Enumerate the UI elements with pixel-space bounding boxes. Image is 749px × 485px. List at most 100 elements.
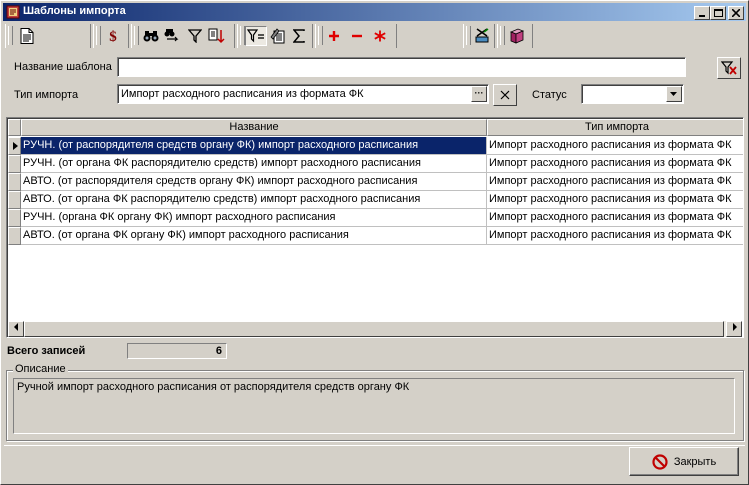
templates-table: Название Тип импорта РУЧН. (от распоряди… [6,117,744,338]
filter-icon [188,29,202,43]
clear-filter-icon [721,61,737,75]
total-records-label: Всего записей [7,345,86,357]
svg-text:$: $ [109,29,117,44]
template-name-input[interactable] [117,57,686,77]
table-row[interactable]: АВТО. (от органа ФК органу ФК) импорт ра… [8,227,743,245]
money-icon: $ [109,29,117,44]
description-text: Ручной импорт расходного расписания от р… [17,381,410,393]
new-document-icon [20,28,34,44]
maximize-button[interactable] [710,6,726,20]
edit-list-icon [270,28,285,44]
cell-name: РУЧН. (от органа ФК распорядителю средст… [21,155,487,173]
find-next-button[interactable] [162,26,184,46]
status-select[interactable] [581,84,684,104]
close-button[interactable]: Закрыть [629,447,739,476]
table-row[interactable]: РУЧН. (от распорядителя средств органу Ф… [8,137,743,155]
filter-button[interactable] [184,26,206,46]
filter-by-selection-button[interactable] [245,26,267,46]
import-templates-window: Шаблоны импорта $ Название шаблона Тип и… [0,0,749,485]
arrow-left-icon [13,323,18,331]
edit-list-button[interactable] [267,26,289,46]
description-field: Ручной импорт расходного расписания от р… [13,378,735,434]
toolbar-group-help [497,24,533,48]
sort-icon [208,28,225,44]
toolbar-group-file [5,24,91,48]
row-indicator-header [8,119,21,136]
remove-button[interactable] [346,26,368,46]
template-name-value [121,59,682,75]
import-type-input[interactable]: Импорт расходного расписания из формата … [117,84,489,104]
description-groupbox: Описание Ручной импорт расходного распис… [6,363,744,441]
maximize-icon [713,9,723,17]
table-row[interactable]: АВТО. (от распорядителя средств органу Ф… [8,173,743,191]
cell-import-type: Импорт расходного расписания из формата … [487,155,743,173]
table-row[interactable]: РУЧН. (от органа ФК распорядителю средст… [8,155,743,173]
import-type-label: Тип импорта [14,89,79,101]
app-icon [6,5,20,19]
new-document-button[interactable] [16,26,38,46]
minimize-icon [699,15,705,17]
sort-button[interactable] [206,26,228,46]
import-type-lookup-button[interactable]: ··· [471,86,487,102]
scroll-left-button[interactable] [8,321,24,337]
cell-import-type: Импорт расходного расписания из формата … [487,137,743,155]
column-header-name[interactable]: Название [21,119,487,136]
template-name-label: Название шаблона [14,61,112,73]
close-icon [732,9,740,17]
asterisk-button[interactable] [369,26,391,46]
status-dropdown-button[interactable] [666,86,682,102]
status-label: Статус [532,89,567,101]
cell-import-type: Импорт расходного расписания из формата … [487,191,743,209]
row-indicator [8,227,21,245]
cell-import-type: Импорт расходного расписания из формата … [487,227,743,245]
footer-divider [4,445,745,446]
toolbar: $ [3,23,746,49]
column-header-import-type[interactable]: Тип импорта [487,119,743,136]
current-row-arrow-icon [13,142,18,150]
export-icon [475,28,489,43]
chevron-down-icon [670,91,677,96]
book-icon [509,28,525,44]
clear-filter-button[interactable] [717,57,741,79]
title-bar[interactable]: Шаблоны импорта [3,3,746,21]
total-records-count: 6 [127,343,227,359]
export-button[interactable] [471,26,493,46]
toolbar-group-edit [315,24,397,48]
cell-name: РУЧН. (органа ФК органу ФК) импорт расхо… [21,209,487,227]
asterisk-icon [374,30,386,42]
book-button[interactable] [506,26,528,46]
filter-by-selection-icon [247,29,264,43]
import-type-value: Импорт расходного расписания из формата … [121,88,364,100]
scroll-right-button[interactable] [726,321,742,337]
horizontal-scrollbar[interactable] [8,321,742,337]
close-icon [500,90,510,100]
toolbar-group-export [463,24,495,48]
close-button-label: Закрыть [673,455,717,468]
toolbar-group-view [237,24,313,48]
add-button[interactable] [323,26,345,46]
window-title: Шаблоны импорта [23,5,126,17]
find-button[interactable] [140,26,162,46]
table-row[interactable]: АВТО. (от органа ФК распорядителю средст… [8,191,743,209]
minimize-button[interactable] [694,6,710,20]
cell-name: АВТО. (от органа ФК распорядителю средст… [21,191,487,209]
toolbar-group-money: $ [93,24,129,48]
row-indicator [8,209,21,227]
row-indicator [8,191,21,209]
table-row[interactable]: РУЧН. (органа ФК органу ФК) импорт расхо… [8,209,743,227]
clear-import-type-button[interactable] [493,84,517,106]
close-window-button[interactable] [728,6,744,20]
remove-icon [352,34,362,38]
sum-icon [293,29,305,43]
scrollbar-thumb[interactable] [24,321,724,337]
cell-name: АВТО. (от органа ФК органу ФК) импорт ра… [21,227,487,245]
cell-name: РУЧН. (от распорядителя средств органу Ф… [21,137,487,155]
binoculars-icon [143,31,159,42]
cell-import-type: Импорт расходного расписания из формата … [487,209,743,227]
money-button[interactable]: $ [102,26,124,46]
row-indicator [8,137,21,155]
description-legend: Описание [13,363,68,375]
arrow-right-icon [732,323,737,331]
ellipsis-label: ··· [474,88,484,98]
sum-button[interactable] [288,26,310,46]
